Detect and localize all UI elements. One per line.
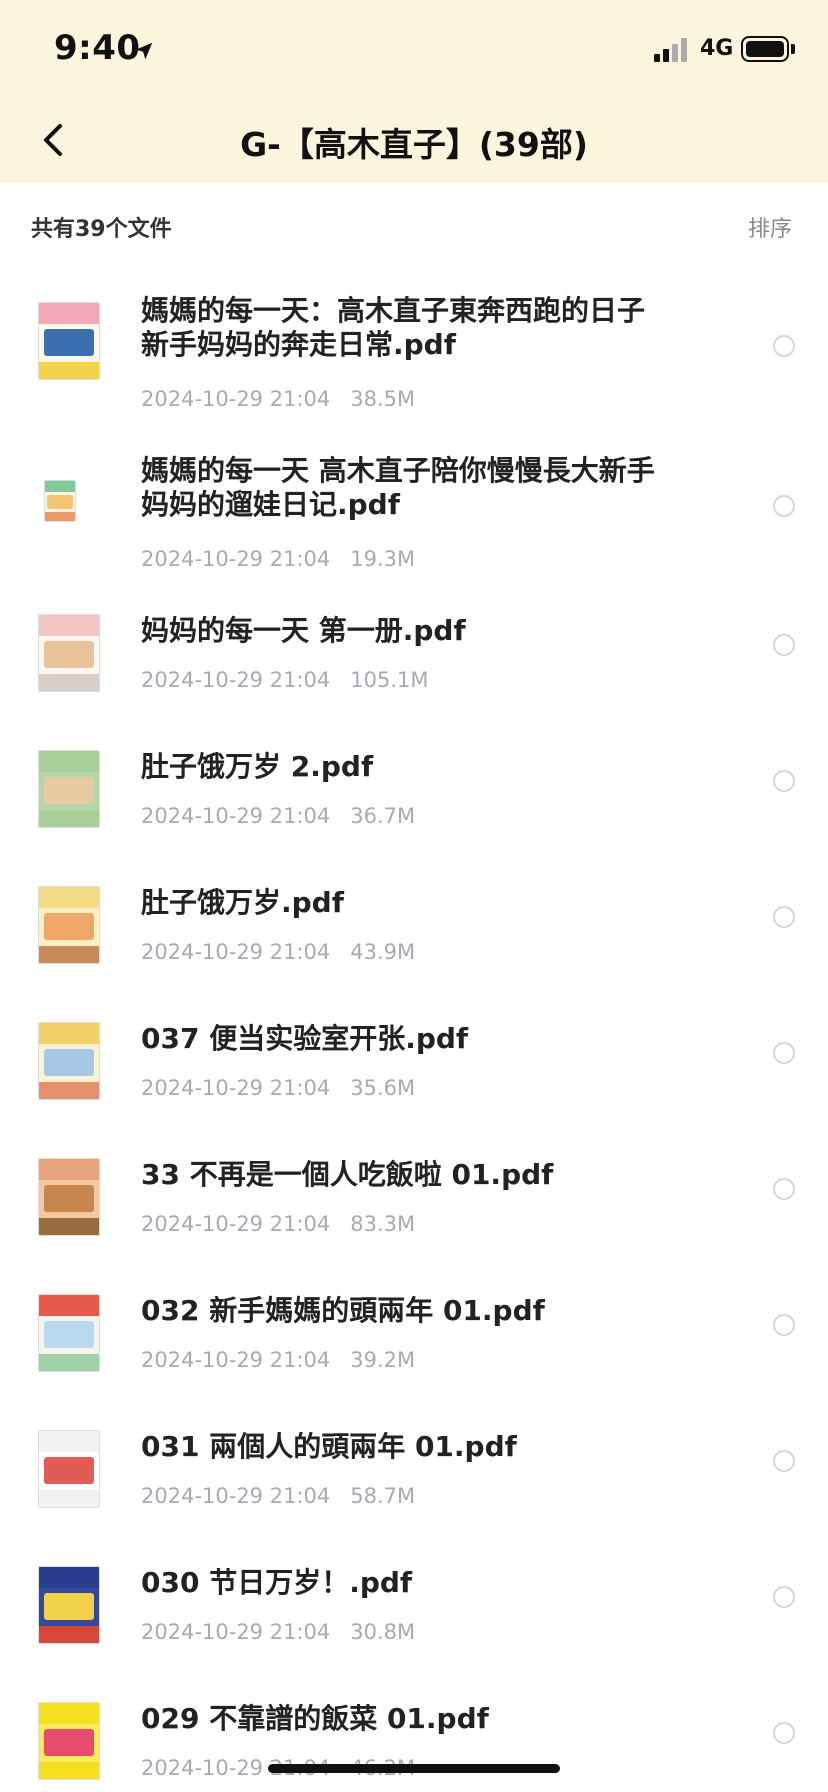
file-meta: 2024-10-29 21:04 35.6M — [141, 1076, 415, 1100]
file-name: 肚子饿万岁 2.pdf — [141, 750, 374, 783]
file-size: 36.7M — [350, 804, 416, 828]
select-radio[interactable] — [773, 770, 795, 792]
file-size: 30.8M — [350, 1620, 416, 1644]
location-arrow-icon — [135, 42, 153, 60]
file-meta: 2024-10-29 21:04 36.7M — [141, 804, 415, 828]
select-radio[interactable] — [773, 1178, 795, 1200]
file-name: 030 节日万岁！.pdf — [141, 1566, 413, 1599]
select-radio[interactable] — [773, 335, 795, 357]
status-time: 9:40 — [54, 28, 141, 68]
file-row[interactable]: 肚子饿万岁.pdf 2024-10-29 21:04 43.9M — [0, 857, 828, 993]
file-thumbnail — [38, 1430, 100, 1508]
file-name: 妈妈的每一天 第一册.pdf — [141, 614, 466, 647]
file-date: 2024-10-29 21:04 — [141, 387, 331, 411]
file-meta: 2024-10-29 21:04 83.3M — [141, 1212, 415, 1236]
file-thumbnail — [38, 1294, 100, 1372]
select-radio[interactable] — [773, 1586, 795, 1608]
home-indicator — [268, 1764, 560, 1773]
file-name: 媽媽的每一天 高木直子陪你慢慢長大新手妈妈的遛娃日记.pdf — [141, 454, 655, 521]
file-date: 2024-10-29 21:04 — [141, 1076, 331, 1100]
file-meta: 2024-10-29 21:04 30.8M — [141, 1620, 415, 1644]
file-name: 媽媽的每一天：高木直子東奔西跑的日子新手妈妈的奔走日常.pdf — [141, 294, 646, 361]
file-row[interactable]: 037 便当实验室开张.pdf 2024-10-29 21:04 35.6M — [0, 993, 828, 1129]
select-radio[interactable] — [773, 1314, 795, 1336]
file-row[interactable]: 031 兩個人的頭兩年 01.pdf 2024-10-29 21:04 58.7M — [0, 1401, 828, 1537]
select-radio[interactable] — [773, 634, 795, 656]
file-date: 2024-10-29 21:04 — [141, 804, 331, 828]
file-thumbnail — [38, 1566, 100, 1644]
file-size: 39.2M — [350, 1348, 416, 1372]
file-size: 38.5M — [350, 387, 416, 411]
file-date: 2024-10-29 21:04 — [141, 940, 331, 964]
file-date: 2024-10-29 21:04 — [141, 1620, 331, 1644]
file-name: 029 不靠譜的飯菜 01.pdf — [141, 1702, 489, 1735]
status-bar: 9:40 4G — [0, 0, 828, 100]
file-size: 58.7M — [350, 1484, 416, 1508]
file-thumbnail — [38, 886, 100, 964]
file-row[interactable]: 032 新手媽媽的頭兩年 01.pdf 2024-10-29 21:04 39.2… — [0, 1265, 828, 1401]
file-thumbnail — [38, 1158, 100, 1236]
file-thumbnail — [38, 1702, 100, 1780]
signal-icon — [654, 38, 688, 62]
file-date: 2024-10-29 21:04 — [141, 1212, 331, 1236]
file-row[interactable]: 媽媽的每一天 高木直子陪你慢慢長大新手妈妈的遛娃日记.pdf 2024-10-29… — [0, 425, 828, 585]
file-size: 83.3M — [350, 1212, 416, 1236]
file-count-label: 共有39个文件 — [31, 217, 172, 242]
file-name: 037 便当实验室开张.pdf — [141, 1022, 469, 1055]
file-list: 媽媽的每一天：高木直子東奔西跑的日子新手妈妈的奔走日常.pdf 2024-10-2… — [0, 265, 828, 1792]
file-row[interactable]: 030 节日万岁！.pdf 2024-10-29 21:04 30.8M — [0, 1537, 828, 1673]
file-thumbnail — [38, 614, 100, 692]
file-row[interactable]: 33 不再是一個人吃飯啦 01.pdf 2024-10-29 21:04 83.3… — [0, 1129, 828, 1265]
file-row[interactable]: 029 不靠譜的飯菜 01.pdf2024-10-29 21:04 46.2M — [0, 1673, 828, 1792]
file-name: 031 兩個人的頭兩年 01.pdf — [141, 1430, 517, 1463]
file-size: 35.6M — [350, 1076, 416, 1100]
file-thumbnail — [38, 302, 100, 380]
battery-icon — [741, 36, 789, 62]
select-radio[interactable] — [773, 906, 795, 928]
select-radio[interactable] — [773, 495, 795, 517]
file-row[interactable]: 媽媽的每一天：高木直子東奔西跑的日子新手妈妈的奔走日常.pdf 2024-10-2… — [0, 265, 828, 425]
nav-bar: G-【高木直子】(39部) — [0, 100, 828, 183]
file-meta: 2024-10-29 21:04 19.3M — [141, 547, 415, 571]
file-name: 肚子饿万岁.pdf — [141, 886, 344, 919]
file-thumbnail — [38, 1022, 100, 1100]
file-meta: 2024-10-29 21:04 39.2M — [141, 1348, 415, 1372]
file-name: 33 不再是一個人吃飯啦 01.pdf — [141, 1158, 554, 1191]
list-header: 共有39个文件 排序 — [0, 183, 828, 265]
select-radio[interactable] — [773, 1450, 795, 1472]
file-meta: 2024-10-29 21:04 43.9M — [141, 940, 415, 964]
file-thumbnail — [44, 480, 76, 522]
header-area: 9:40 4G G-【高木直子】(39部) — [0, 0, 828, 183]
file-name: 032 新手媽媽的頭兩年 01.pdf — [141, 1294, 545, 1327]
file-size: 105.1M — [350, 668, 429, 692]
select-radio[interactable] — [773, 1042, 795, 1064]
battery-cap — [791, 44, 795, 54]
file-date: 2024-10-29 21:04 — [141, 668, 331, 692]
file-thumbnail — [38, 750, 100, 828]
file-size: 43.9M — [350, 940, 416, 964]
chevron-left-icon — [44, 124, 62, 156]
file-row[interactable]: 妈妈的每一天 第一册.pdf 2024-10-29 21:04 105.1M — [0, 585, 828, 721]
page-title: G-【高木直子】(39部) — [240, 125, 588, 164]
file-meta: 2024-10-29 21:04 58.7M — [141, 1484, 415, 1508]
file-size: 19.3M — [350, 547, 416, 571]
file-date: 2024-10-29 21:04 — [141, 1484, 331, 1508]
file-row[interactable]: 肚子饿万岁 2.pdf 2024-10-29 21:04 36.7M — [0, 721, 828, 857]
file-meta: 2024-10-29 21:04 38.5M — [141, 387, 415, 411]
select-radio[interactable] — [773, 1722, 795, 1744]
file-date: 2024-10-29 21:04 — [141, 1348, 331, 1372]
network-type: 4G — [700, 36, 734, 61]
file-date: 2024-10-29 21:04 — [141, 547, 331, 571]
back-button[interactable] — [26, 112, 82, 168]
file-meta: 2024-10-29 21:04 105.1M — [141, 668, 429, 692]
sort-button[interactable]: 排序 — [748, 211, 792, 243]
